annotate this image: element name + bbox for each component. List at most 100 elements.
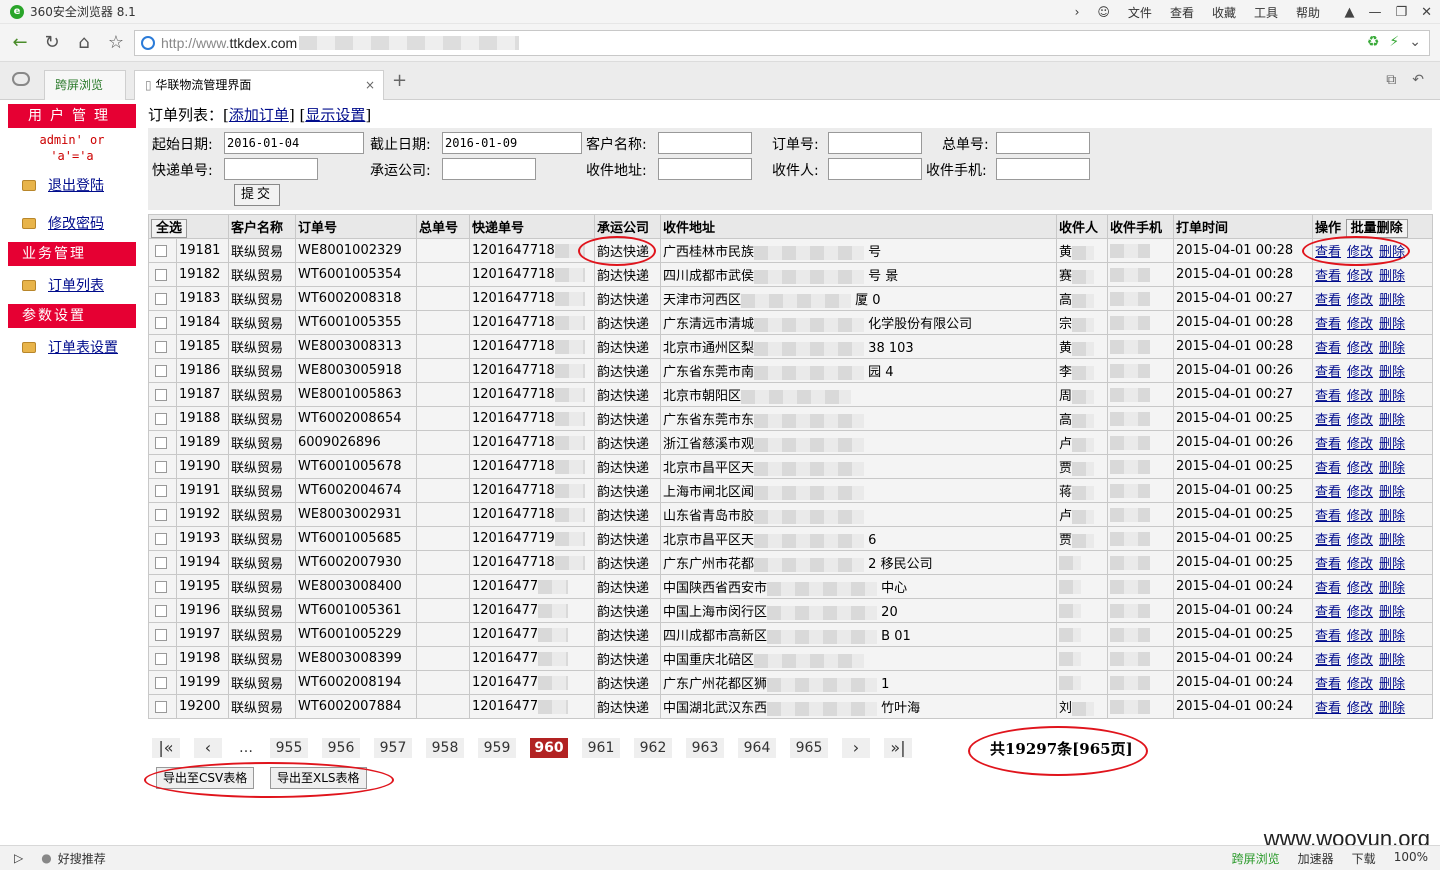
delete-link[interactable]: 删除 [1379,413,1405,428]
delete-link[interactable]: 删除 [1379,365,1405,380]
page-link[interactable]: 962 [634,738,672,758]
page-link[interactable]: 956 [322,738,360,758]
user-icon[interactable]: ☺ [1097,5,1110,19]
view-link[interactable]: 查看 [1315,701,1341,716]
edit-link[interactable]: 修改 [1347,389,1373,404]
edit-link[interactable]: 修改 [1347,365,1373,380]
row-checkbox[interactable] [155,268,167,281]
delete-link[interactable]: 删除 [1379,557,1405,572]
edit-link[interactable]: 修改 [1347,605,1373,620]
sidebar-item-change-password[interactable]: 修改密码 [8,204,136,242]
edit-link[interactable]: 修改 [1347,245,1373,260]
edit-link[interactable]: 修改 [1347,701,1373,716]
page-link[interactable]: 957 [374,738,412,758]
row-checkbox[interactable] [155,292,167,305]
view-link[interactable]: 查看 [1315,557,1341,572]
view-link[interactable]: 查看 [1315,653,1341,668]
view-link[interactable]: 查看 [1315,509,1341,524]
customer-input[interactable] [658,132,752,154]
page-link[interactable]: 955 [270,738,308,758]
menu-tools[interactable]: 工具 [1254,4,1278,21]
row-checkbox[interactable] [155,652,167,665]
page-link[interactable]: 958 [426,738,464,758]
edit-link[interactable]: 修改 [1347,629,1373,644]
row-checkbox[interactable] [155,604,167,617]
view-link[interactable]: 查看 [1315,461,1341,476]
restore-tabs-icon[interactable]: ⧉ [1386,72,1396,88]
row-checkbox[interactable] [155,340,167,353]
view-link[interactable]: 查看 [1315,365,1341,380]
export-csv-button[interactable]: 导出至CSV表格 [156,767,255,789]
chevron-right-icon[interactable]: › [1075,5,1080,19]
view-link[interactable]: 查看 [1315,485,1341,500]
row-checkbox[interactable] [155,628,167,641]
delete-link[interactable]: 删除 [1379,437,1405,452]
maximize-icon[interactable]: ❐ [1395,5,1407,20]
row-checkbox[interactable] [155,700,167,713]
row-checkbox[interactable] [155,436,167,449]
tab-cross-screen[interactable]: 跨屏浏览 [44,70,126,100]
edit-link[interactable]: 修改 [1347,437,1373,452]
sidebar-item-order-settings[interactable]: 订单表设置 [8,328,136,366]
view-link[interactable]: 查看 [1315,341,1341,356]
tab-close-icon[interactable]: × [365,71,375,99]
view-link[interactable]: 查看 [1315,413,1341,428]
select-all-button[interactable]: 全选 [151,219,188,238]
view-link[interactable]: 查看 [1315,389,1341,404]
view-link[interactable]: 查看 [1315,245,1341,260]
row-checkbox[interactable] [155,244,167,257]
edit-link[interactable]: 修改 [1347,509,1373,524]
menu-favorites[interactable]: 收藏 [1212,4,1236,21]
accelerator-button[interactable]: 加速器 [1298,850,1334,867]
recommend-link[interactable]: 好搜推荐 [58,850,106,867]
delete-link[interactable]: 删除 [1379,245,1405,260]
carrier-input[interactable] [442,158,536,180]
row-checkbox[interactable] [155,316,167,329]
delete-link[interactable]: 删除 [1379,389,1405,404]
view-link[interactable]: 查看 [1315,317,1341,332]
page-link[interactable]: 964 [738,738,776,758]
page-link[interactable]: 965 [790,738,828,758]
delete-link[interactable]: 删除 [1379,509,1405,524]
delete-link[interactable]: 删除 [1379,701,1405,716]
page-link-current[interactable]: 960 [530,738,568,758]
chevron-down-icon[interactable]: ⌄ [1409,34,1421,50]
last-page-icon[interactable]: »| [884,738,912,758]
row-checkbox[interactable] [155,484,167,497]
recipient-input[interactable] [828,158,922,180]
change-password-link[interactable]: 修改密码 [48,213,104,233]
tab-huelian[interactable]: ▯ 华联物流管理界面 × [134,70,384,100]
delete-link[interactable]: 删除 [1379,629,1405,644]
download-button[interactable]: 下载 [1352,850,1376,867]
edit-link[interactable]: 修改 [1347,653,1373,668]
logout-link[interactable]: 退出登陆 [48,175,104,195]
edit-link[interactable]: 修改 [1347,533,1373,548]
display-settings-link[interactable]: 显示设置 [305,106,365,124]
cloud-icon[interactable] [12,72,30,86]
next-page-icon[interactable]: › [842,738,870,758]
zoom-level[interactable]: 100% [1394,850,1428,867]
edit-link[interactable]: 修改 [1347,677,1373,692]
delete-link[interactable]: 删除 [1379,533,1405,548]
edit-link[interactable]: 修改 [1347,317,1373,332]
order-settings-link[interactable]: 订单表设置 [48,337,118,357]
new-tab-icon[interactable]: + [392,70,407,91]
view-link[interactable]: 查看 [1315,533,1341,548]
add-order-link[interactable]: 添加订单 [229,106,289,124]
refresh-icon[interactable]: ↻ [40,31,64,55]
page-link[interactable]: 959 [478,738,516,758]
delete-link[interactable]: 删除 [1379,485,1405,500]
lightning-icon[interactable]: ⚡ [1389,34,1399,50]
sidebar-toggle-icon[interactable]: ▷ [14,851,23,865]
cross-screen-button[interactable]: 跨屏浏览 [1232,850,1280,867]
row-checkbox[interactable] [155,364,167,377]
view-link[interactable]: 查看 [1315,269,1341,284]
edit-link[interactable]: 修改 [1347,341,1373,356]
end-date-input[interactable]: 2016-01-09 [442,132,582,154]
edit-link[interactable]: 修改 [1347,557,1373,572]
order-no-input[interactable] [828,132,922,154]
row-checkbox[interactable] [155,388,167,401]
express-no-input[interactable] [224,158,318,180]
prev-page-icon[interactable]: ‹ [194,738,222,758]
address-input[interactable] [658,158,752,180]
